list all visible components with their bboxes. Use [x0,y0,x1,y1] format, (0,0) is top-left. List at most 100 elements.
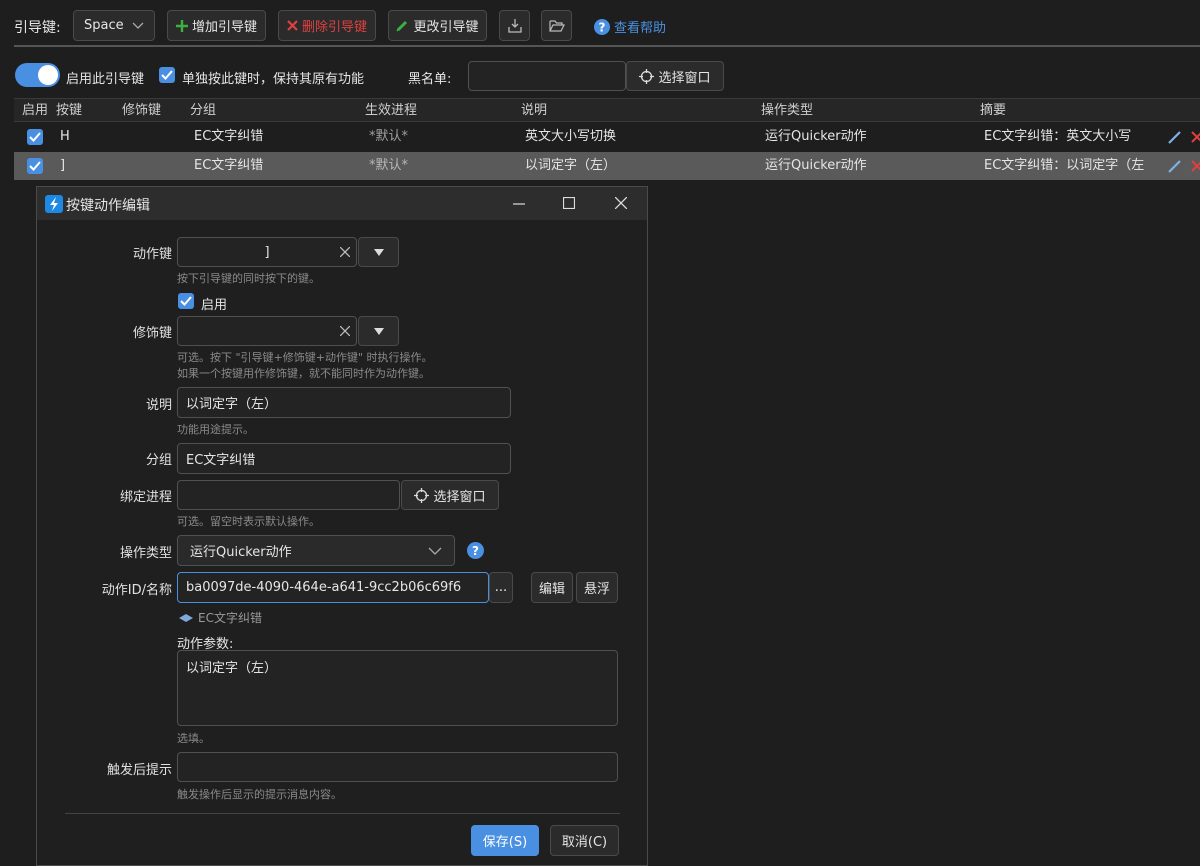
clear-icon[interactable] [340,326,350,336]
check-icon [180,296,192,306]
cancel-button[interactable]: 取消(C) [550,825,619,856]
dialog-title: 按键动作编辑 [66,198,150,214]
col-header-process[interactable]: 生效进程 [365,100,417,122]
help-link[interactable]: ? 查看帮助 [594,17,666,36]
check-icon [29,161,41,171]
check-icon [29,132,41,142]
bind-process-label: 绑定进程 [119,490,172,505]
delete-leader-key-button[interactable]: 删除引导键 [278,10,376,41]
dialog-divider [65,813,620,814]
row-process: *默认* [369,129,409,144]
enable-label: 启用此引导键 [66,72,145,87]
col-header-key[interactable]: 按键 [56,100,82,122]
enable-checkbox[interactable] [178,293,194,309]
triangle-down-icon [373,248,384,256]
help-icon[interactable]: ? [467,542,484,559]
add-leader-key-button[interactable]: 增加引导键 [167,10,266,41]
row-enabled-checkbox[interactable] [27,129,43,145]
col-header-modifier[interactable]: 修饰键 [122,100,161,122]
cancel-label: 取消(C) [561,835,608,850]
check-icon [161,70,173,80]
leader-key-dropdown[interactable]: Space [73,10,155,41]
blacklist-label: 黑名单: [408,72,452,87]
delete-leader-key-label: 删除引导键 [301,20,367,35]
float-label: 悬浮 [583,582,610,597]
action-name-link[interactable]: EC文字纠错 [178,609,262,626]
help-label: 查看帮助 [614,21,667,36]
minimize-icon[interactable] [513,198,525,210]
row-enabled-checkbox[interactable] [27,158,43,174]
triangle-down-icon [373,327,384,335]
maximize-icon[interactable] [563,197,575,209]
group-label: 分组 [145,453,172,468]
enable-toggle[interactable] [15,63,60,87]
col-header-description[interactable]: 说明 [521,100,547,122]
bind-process-hint: 可选。留空时表示默认操作。 [177,515,320,528]
keep-function-checkbox[interactable] [159,67,175,83]
row-key: H [60,129,70,144]
description-hint: 功能用途提示。 [177,423,254,436]
row-key: ] [60,158,66,173]
modifier-hint-1: 可选。按下 "引导键+修饰键+动作键" 时执行操作。 [177,351,433,364]
edit-pencil-icon[interactable] [1167,129,1183,145]
open-folder-button[interactable] [541,10,572,41]
add-leader-key-label: 增加引导键 [191,20,257,35]
row-group: EC文字纠错 [194,129,264,144]
params-hint: 选填。 [177,732,210,745]
folder-open-icon [548,19,565,32]
action-key-input[interactable]: ] [177,237,357,267]
col-header-group[interactable]: 分组 [190,100,216,122]
chevron-down-icon [132,22,144,29]
after-trigger-input[interactable] [177,752,618,782]
row-op-type: 运行Quicker动作 [765,129,867,144]
select-window-button[interactable]: 选择窗口 [626,61,724,91]
op-type-dropdown[interactable]: 运行Quicker动作 [177,535,455,566]
params-textarea[interactable]: 以词定字（左） [177,650,618,726]
col-header-op-type[interactable]: 操作类型 [761,100,813,122]
process-select-window-button[interactable]: 选择窗口 [401,480,499,510]
modifier-label: 修饰键 [132,326,172,341]
quicker-logo-icon [45,195,63,213]
action-key-value: ] [264,244,270,260]
edit-pencil-icon[interactable] [1167,158,1183,174]
row-process: *默认* [369,158,409,173]
save-button[interactable]: 保存(S) [471,825,539,856]
help-icon: ? [594,18,610,35]
description-input[interactable]: 以词定字（左） [177,387,511,418]
pencil-icon [396,20,408,32]
col-header-summary[interactable]: 摘要 [980,100,1006,122]
browse-action-label: ... [494,580,508,595]
modifier-hint-2: 如果一个按键用作修饰键，就不能同时作为动作键。 [177,367,430,380]
action-key-dropdown[interactable] [358,237,399,267]
blacklist-input[interactable] [468,61,626,91]
clear-icon[interactable] [340,247,350,257]
process-select-window-label: 选择窗口 [433,489,486,505]
row-summary: EC文字纠错：英文大小写 [984,129,1132,144]
download-icon [507,18,522,33]
edit-action-button[interactable]: 编辑 [531,572,573,603]
action-id-input[interactable]: ba0097de-4090-464e-a641-9cc2b06c69f6 [177,572,489,603]
plus-icon [175,19,188,32]
modifier-dropdown[interactable] [358,316,399,346]
browse-action-button[interactable]: ... [489,572,513,603]
group-input[interactable]: EC文字纠错 [177,443,511,474]
import-button[interactable] [499,10,530,41]
bind-process-input[interactable] [177,480,400,510]
key-action-dialog: 按键动作编辑 动作键 ] 按下引导键的同时按下的键。 启用 修饰键 可选。按下 … [36,186,648,866]
modifier-input[interactable] [177,316,357,346]
change-leader-key-button[interactable]: 更改引导键 [388,10,487,41]
delete-x-icon[interactable] [1191,159,1200,173]
row-op-type: 运行Quicker动作 [765,158,867,173]
leader-key-label: 引导键: [14,20,61,36]
op-type-value: 运行Quicker动作 [190,545,292,560]
row-description: 英文大小写切换 [525,129,617,144]
delete-x-icon[interactable] [1191,130,1200,144]
close-icon[interactable] [615,197,627,209]
crosshair-icon [414,487,430,503]
row-group: EC文字纠错 [194,158,264,173]
col-header-enabled[interactable]: 启用 [22,100,48,122]
action-key-label: 动作键 [132,247,172,262]
float-button[interactable]: 悬浮 [576,572,618,603]
action-id-value: ba0097de-4090-464e-a641-9cc2b06c69f6 [186,580,462,595]
change-leader-key-label: 更改引导键 [413,20,479,35]
